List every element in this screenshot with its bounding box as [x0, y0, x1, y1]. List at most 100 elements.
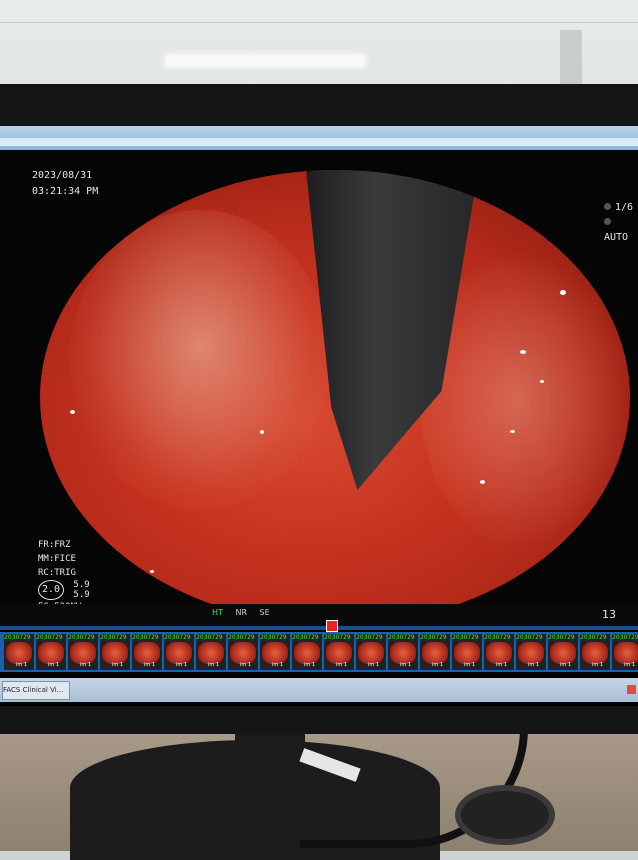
thumbnail-image [166, 642, 192, 664]
thumbnail-image [230, 642, 256, 664]
thumbnail-count: im 1 [144, 662, 156, 668]
thumbnail-count: im 1 [560, 662, 572, 668]
thumbnail[interactable]: 2030729 im 1 [292, 634, 322, 670]
thumbnail-label: 2030729 [516, 634, 543, 641]
status-items: HT NR SE [212, 608, 280, 617]
thumbnail-image [326, 642, 352, 664]
thumbnail-label: 2030729 [452, 634, 479, 641]
status-ht[interactable]: HT [212, 608, 223, 617]
thumbnail-count: im 1 [112, 662, 124, 668]
zoom-values: 5.9 5.9 [73, 580, 89, 600]
thumbnail[interactable]: 2030729 im 1 [580, 634, 610, 670]
thumbnail-count: im 1 [304, 662, 316, 668]
thumbnail[interactable]: 2030729 im 1 [548, 634, 578, 670]
thumbnail-image [6, 642, 32, 664]
thumbnail[interactable]: 2030729 im 1 [484, 634, 514, 670]
zoom-badge: 2.0 [38, 580, 64, 600]
reflection-speck [150, 570, 154, 573]
thumbnail-label: 2030729 [548, 634, 575, 641]
thumbnail[interactable]: 2030729 im 1 [388, 634, 418, 670]
thumbnail-separator [0, 626, 638, 630]
thumbnail-count: im 1 [272, 662, 284, 668]
thumbnail-image [198, 642, 224, 664]
thumbnail-count: im 1 [48, 662, 60, 668]
selection-marker[interactable] [326, 620, 338, 632]
thumbnail[interactable]: 2030729 im 1 [100, 634, 130, 670]
endoscopy-view: 2023/08/31 03:21:34 PM 1/6 AUTO FR:FRZ M… [0, 150, 638, 626]
thumbnail-count: im 1 [464, 662, 476, 668]
reflection-speck [70, 410, 75, 414]
thumbnail[interactable]: 2030729 im 1 [452, 634, 482, 670]
status-nr[interactable]: NR [235, 608, 247, 617]
mucosa-fold-left [70, 210, 330, 510]
thumbnail-label: 2030729 [100, 634, 127, 641]
thumbnail[interactable]: 2030729 im 1 [196, 634, 226, 670]
thumbnail-label: 2030729 [484, 634, 511, 641]
thumbnail-label: 2030729 [68, 634, 95, 641]
thumbnail-count: im 1 [528, 662, 540, 668]
reflection-speck [260, 430, 264, 434]
mode-indicator: AUTO [604, 215, 638, 245]
thumbnail[interactable]: 2030729 im 1 [612, 634, 638, 670]
date-text: 2023/08/31 [32, 170, 93, 181]
thumbnail-image [486, 642, 512, 664]
status-bar: HT NR SE 13 [0, 604, 638, 626]
thumbnail-label: 2030729 [36, 634, 63, 641]
thumbnail-image [358, 642, 384, 664]
thumbnail-count: im 1 [336, 662, 348, 668]
thumbnail-image [134, 642, 160, 664]
thumbnail[interactable]: 2030729 im 1 [516, 634, 546, 670]
thumbnail-image [262, 642, 288, 664]
zoom-value-2: 5.9 [73, 590, 90, 600]
thumbnail-count: im 1 [80, 662, 92, 668]
thumbnail[interactable]: 2030729 im 1 [4, 634, 34, 670]
thumbnail-label: 2030729 [420, 634, 447, 641]
param-fr: FR:FRZ [38, 540, 71, 550]
thumbnail-image [454, 642, 480, 664]
reflection-speck [480, 480, 485, 484]
thumbnail-image [582, 642, 608, 664]
endoscopic-image [40, 170, 630, 625]
taskbar-app-button[interactable]: FACS Clinical Vi... [2, 681, 70, 700]
thumbnail[interactable]: 2030729 im 1 [260, 634, 290, 670]
reflection-speck [510, 430, 515, 433]
scope-parameters: FR:FRZ MM:FICE RC:TRIG 2.0 5.9 5.9 EG-53… [38, 538, 90, 614]
time-text: 03:21:34 PM [32, 186, 99, 197]
thumbnail[interactable]: 2030729 im 1 [356, 634, 386, 670]
thumbnail-label: 2030729 [4, 634, 31, 641]
thumbnail[interactable]: 2030729 im 1 [164, 634, 194, 670]
thumbnail[interactable]: 2030729 im 1 [68, 634, 98, 670]
thumbnail-image [390, 642, 416, 664]
thumbnail-label: 2030729 [164, 634, 191, 641]
thumbnail[interactable]: 2030729 im 1 [228, 634, 258, 670]
thumbnail-count: im 1 [432, 662, 444, 668]
zoom-value-1: 5.9 [73, 580, 90, 590]
thumbnail[interactable]: 2030729 im 1 [36, 634, 66, 670]
thumbnail-label: 2030729 [260, 634, 287, 641]
thumbnail-image [422, 642, 448, 664]
thumbnail-image [614, 642, 638, 664]
ceiling-grid-line [0, 22, 638, 23]
thumbnail[interactable]: 2030729 im 1 [324, 634, 354, 670]
status-se[interactable]: SE [260, 608, 270, 617]
thumbnail-image [550, 642, 576, 664]
tray-icon[interactable] [627, 685, 636, 694]
thumbnail-count: im 1 [176, 662, 188, 668]
right-info-panel: 1/6 AUTO [604, 200, 638, 245]
thumbnail-count: im 1 [400, 662, 412, 668]
title-bar-highlight [0, 138, 638, 146]
timestamp: 2023/08/31 03:21:34 PM [32, 168, 98, 200]
thumbnail-label: 2030729 [324, 634, 351, 641]
thumbnail[interactable]: 2030729 im 1 [132, 634, 162, 670]
thumbnail-count: im 1 [496, 662, 508, 668]
desk-grommet [455, 785, 555, 845]
thumbnail-label: 2030729 [356, 634, 383, 641]
thumbnail-label: 2030729 [228, 634, 255, 641]
thumbnail-image [70, 642, 96, 664]
thumbnail[interactable]: 2030729 im 1 [420, 634, 450, 670]
taskbar: FACS Clinical Vi... [0, 678, 638, 702]
thumbnail-image [294, 642, 320, 664]
thumbnail-image [102, 642, 128, 664]
thumbnail-image [518, 642, 544, 664]
reflection-speck [560, 290, 566, 295]
